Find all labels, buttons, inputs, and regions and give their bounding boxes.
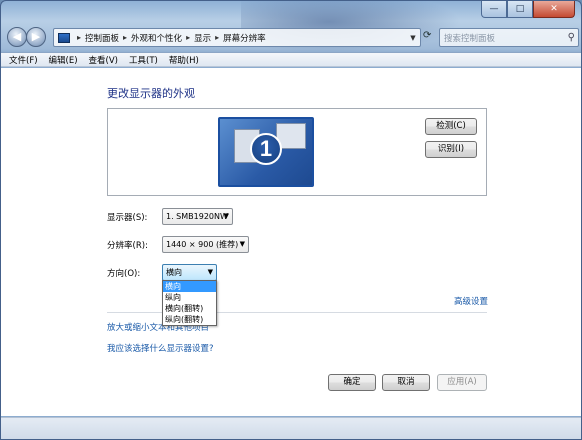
display-help-link[interactable]: 我应该选择什么显示器设置? bbox=[107, 342, 214, 354]
orientation-option[interactable]: 横向 bbox=[163, 281, 216, 292]
control-panel-window: — □ ✕ ◀ ▶ ▸ 控制面板 ▸ 外观和个性化 ▸ 显示 ▸ 屏幕分辨率 ▼… bbox=[0, 0, 582, 440]
forward-button[interactable]: ▶ bbox=[26, 27, 46, 47]
content-area: 更改显示器的外观 1 检测(C) 识别(I) 显示器(S): 1. SMB192… bbox=[1, 68, 581, 416]
identify-button[interactable]: 识别(I) bbox=[425, 141, 477, 158]
detect-button[interactable]: 检测(C) bbox=[425, 118, 477, 135]
chevron-down-icon: ▼ bbox=[223, 212, 229, 220]
monitor-number: 1 bbox=[250, 133, 282, 165]
refresh-icon[interactable]: ⟳ bbox=[423, 30, 437, 44]
maximize-button[interactable]: □ bbox=[507, 1, 533, 18]
menu-view[interactable]: 查看(V) bbox=[89, 54, 118, 66]
search-icon[interactable]: ⚲ bbox=[568, 32, 575, 43]
navigation-bar: ◀ ▶ ▸ 控制面板 ▸ 外观和个性化 ▸ 显示 ▸ 屏幕分辨率 ▼ ⟳ 搜索控… bbox=[7, 27, 579, 49]
monitor-icon[interactable]: 1 bbox=[218, 117, 314, 187]
chevron-down-icon: ▼ bbox=[239, 240, 245, 248]
display-label: 显示器(S): bbox=[107, 213, 148, 223]
resolution-select[interactable]: 1440 × 900 (推荐) ▼ bbox=[162, 236, 249, 253]
display-value: 1. SMB1920NW bbox=[166, 212, 228, 221]
status-bar bbox=[1, 417, 581, 439]
close-button[interactable]: ✕ bbox=[533, 1, 575, 18]
breadcrumb-separator: ▸ bbox=[215, 33, 220, 42]
breadcrumb-separator: ▸ bbox=[77, 33, 82, 42]
ok-button[interactable]: 确定 bbox=[328, 374, 376, 391]
page-title: 更改显示器的外观 bbox=[107, 87, 195, 100]
breadcrumb-display[interactable]: 显示 bbox=[194, 32, 211, 44]
orientation-label: 方向(O): bbox=[107, 269, 141, 279]
orientation-dropdown-list: 横向 纵向 横向(翻转) 纵向(翻转) bbox=[162, 280, 217, 326]
resolution-label: 分辨率(R): bbox=[107, 241, 148, 251]
apply-button[interactable]: 应用(A) bbox=[437, 374, 487, 391]
menu-tools[interactable]: 工具(T) bbox=[129, 54, 158, 66]
search-placeholder: 搜索控制面板 bbox=[444, 33, 496, 44]
display-select[interactable]: 1. SMB1920NW ▼ bbox=[162, 208, 233, 225]
orientation-option[interactable]: 纵向(翻转) bbox=[163, 314, 216, 325]
search-input[interactable]: 搜索控制面板 ⚲ bbox=[439, 28, 579, 47]
window-controls: — □ ✕ bbox=[481, 1, 575, 18]
breadcrumb-separator: ▸ bbox=[186, 33, 191, 42]
orientation-option[interactable]: 横向(翻转) bbox=[163, 303, 216, 314]
menu-file[interactable]: 文件(F) bbox=[9, 54, 38, 66]
minimize-button[interactable]: — bbox=[481, 1, 507, 18]
orientation-value: 横向 bbox=[166, 268, 182, 277]
menu-bar: 文件(F) 编辑(E) 查看(V) 工具(T) 帮助(H) bbox=[1, 52, 581, 67]
menu-help[interactable]: 帮助(H) bbox=[169, 54, 199, 66]
breadcrumb-control-panel[interactable]: 控制面板 bbox=[85, 32, 119, 44]
advanced-settings-link[interactable]: 高级设置 bbox=[454, 295, 488, 307]
breadcrumb-separator: ▸ bbox=[123, 33, 128, 42]
orientation-option[interactable]: 纵向 bbox=[163, 292, 216, 303]
resolution-value: 1440 × 900 (推荐) bbox=[166, 240, 239, 249]
cancel-button[interactable]: 取消 bbox=[382, 374, 430, 391]
address-dropdown-icon[interactable]: ▼ bbox=[406, 34, 420, 42]
back-button[interactable]: ◀ bbox=[7, 27, 27, 47]
breadcrumb-resolution[interactable]: 屏幕分辨率 bbox=[223, 32, 266, 44]
chevron-down-icon: ▼ bbox=[207, 268, 213, 276]
orientation-select[interactable]: 横向 ▼ bbox=[162, 264, 217, 281]
breadcrumb-appearance[interactable]: 外观和个性化 bbox=[131, 32, 182, 44]
address-bar[interactable]: ▸ 控制面板 ▸ 外观和个性化 ▸ 显示 ▸ 屏幕分辨率 ▼ bbox=[53, 28, 421, 47]
menu-edit[interactable]: 编辑(E) bbox=[49, 54, 78, 66]
control-panel-icon bbox=[58, 32, 70, 43]
